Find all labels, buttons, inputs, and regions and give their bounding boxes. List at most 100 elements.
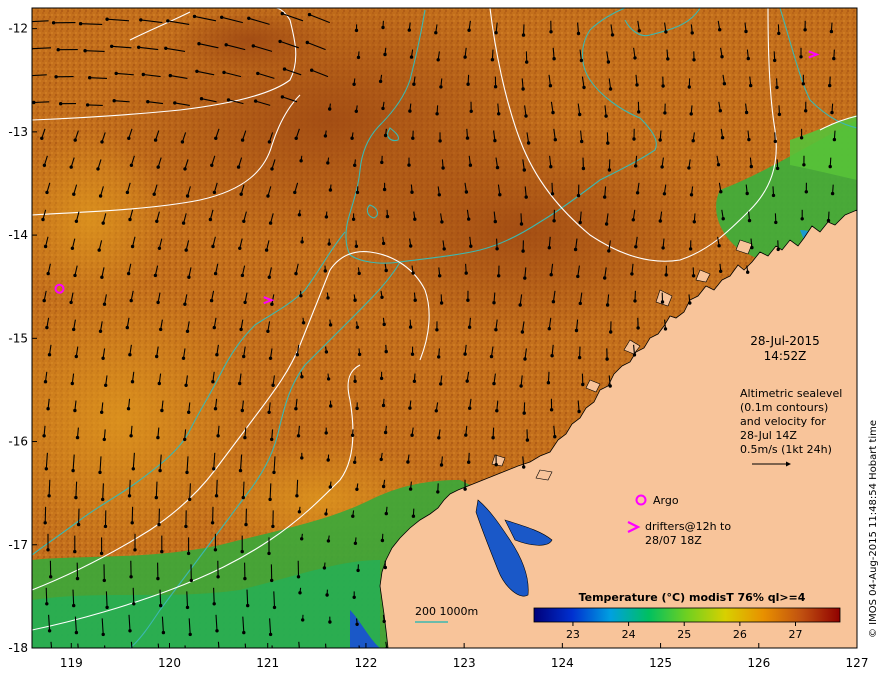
velocity-arrow-head	[383, 52, 387, 57]
colorbar-tick-label: 24	[622, 628, 636, 641]
y-tick-label: -14	[8, 228, 28, 242]
velocity-arrow-head	[351, 217, 356, 221]
velocity-arrow-head	[272, 605, 277, 610]
velocity-arrow-head	[635, 191, 640, 195]
velocity-arrow-head	[551, 300, 556, 304]
velocity-arrow	[296, 479, 299, 496]
velocity-arrow-head	[129, 434, 133, 438]
velocity-arrow-head	[185, 660, 188, 663]
velocity-arrow	[105, 591, 108, 608]
velocity-arrow-head	[188, 632, 192, 637]
velocity-arrow	[269, 483, 272, 500]
velocity-arrow-head	[326, 539, 331, 543]
velocity-arrow-head	[381, 484, 386, 489]
velocity-arrow-head	[195, 69, 199, 74]
velocity-arrow-head	[46, 271, 50, 276]
velocity-arrow-head	[326, 161, 330, 165]
velocity-arrow-head	[159, 327, 163, 332]
velocity-arrow-head	[692, 58, 696, 62]
velocity-arrow-head	[494, 328, 498, 332]
velocity-arrow-head	[688, 247, 693, 251]
velocity-arrow-head	[523, 276, 527, 280]
velocity-arrow-head	[324, 431, 328, 435]
velocity-arrow-head	[493, 138, 497, 143]
velocity-arrow-head	[156, 576, 160, 581]
velocity-arrow-head	[631, 218, 635, 222]
velocity-arrow-head	[606, 141, 610, 145]
velocity-arrow-head	[574, 328, 579, 333]
velocity-arrow-head	[523, 357, 527, 361]
velocity-arrow-head	[238, 246, 242, 250]
velocity-arrow-head	[218, 656, 221, 659]
velocity-arrow-head	[327, 242, 331, 246]
velocity-arrow-head	[434, 409, 438, 413]
velocity-arrow-head	[464, 190, 469, 194]
velocity-arrow-head	[192, 14, 197, 19]
velocity-arrow-head	[244, 522, 248, 527]
y-tick-label: -15	[8, 331, 28, 345]
velocity-arrow-head	[155, 219, 159, 223]
velocity-arrow	[159, 589, 162, 606]
velocity-arrow-head	[411, 271, 415, 275]
velocity-arrow-head	[353, 298, 357, 302]
velocity-arrow-head	[129, 163, 134, 167]
velocity-arrow-head	[197, 42, 201, 46]
velocity-arrow-head	[495, 409, 499, 413]
y-tick-label: -16	[8, 435, 28, 449]
velocity-arrow-head	[435, 112, 439, 116]
velocity-arrow-head	[355, 406, 359, 411]
velocity-arrow-head	[577, 409, 581, 414]
velocity-arrow-head	[549, 165, 553, 169]
velocity-arrow-head	[88, 76, 92, 80]
velocity-arrow-head	[100, 410, 104, 414]
velocity-arrow-head	[129, 298, 133, 303]
velocity-arrow-head	[56, 48, 60, 52]
velocity-arrow-head	[159, 603, 163, 608]
altimetry-caption-2: (0.1m contours)	[740, 401, 828, 414]
velocity-arrow-head	[45, 602, 49, 606]
velocity-arrow-head	[438, 274, 442, 278]
velocity-arrow-head	[691, 274, 696, 278]
velocity-arrow-head	[268, 632, 273, 637]
velocity-arrow-head	[745, 191, 749, 196]
velocity-arrow-head	[830, 110, 834, 115]
velocity-arrow-head	[268, 497, 272, 502]
velocity-arrow-head	[608, 87, 613, 91]
velocity-arrow-head	[47, 629, 52, 633]
velocity-arrow-head	[799, 136, 804, 140]
velocity-arrow-head	[604, 222, 609, 226]
velocity-arrow-head	[236, 165, 241, 169]
colorbar-tick-label: 23	[566, 628, 580, 641]
velocity-arrow-head	[28, 74, 31, 77]
velocity-arrow-head	[549, 30, 553, 34]
velocity-arrow-head	[550, 354, 554, 358]
velocity-arrow-head	[774, 220, 778, 225]
velocity-arrow-head	[634, 164, 638, 168]
velocity-arrow-head	[264, 248, 269, 252]
velocity-arrow-head	[408, 487, 413, 491]
velocity-arrow-head	[467, 460, 471, 464]
velocity-arrow-head	[576, 193, 581, 198]
velocity-arrow-head	[492, 301, 496, 305]
velocity-arrow-head	[720, 55, 724, 59]
velocity-arrow	[45, 587, 48, 604]
velocity-arrow-head	[324, 512, 328, 516]
velocity-arrow	[80, 23, 103, 25]
velocity-arrow-head	[74, 495, 78, 500]
velocity-arrow-head	[186, 551, 191, 556]
velocity-arrow-head	[242, 630, 246, 635]
velocity-arrow-head	[412, 82, 416, 86]
velocity-arrow-head	[606, 60, 611, 64]
velocity-arrow-head	[189, 578, 193, 583]
velocity-arrow-head	[497, 112, 501, 116]
velocity-arrow-head	[463, 352, 467, 356]
velocity-arrow-head	[491, 436, 495, 440]
velocity-arrow-head	[241, 495, 245, 500]
velocity-arrow-head	[214, 494, 219, 498]
velocity-arrow-head	[130, 380, 135, 384]
velocity-arrow-head	[243, 576, 247, 581]
velocity-arrow-head	[413, 298, 417, 302]
velocity-arrow-head	[829, 29, 834, 34]
velocity-arrow-head	[323, 269, 327, 273]
velocity-arrow-head	[272, 470, 276, 475]
